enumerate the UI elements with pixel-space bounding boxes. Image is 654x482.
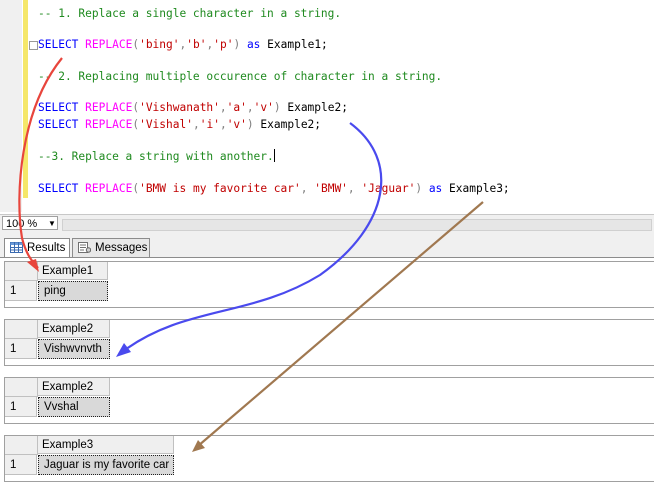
row-number[interactable]: 1 [5,455,37,475]
result-cell[interactable]: Vishwvnvth [38,339,110,359]
result-grid-1[interactable]: Example1 1 ping [4,261,654,308]
messages-icon [78,242,91,253]
grid-icon [10,242,23,253]
code-line-select-1: SELECT REPLACE('bing','b','p') as Exampl… [38,38,328,51]
query-editor[interactable]: -- 1. Replace a single character in a st… [0,0,654,212]
result-grid-3[interactable]: Example2 1 Vvshal [4,377,654,424]
results-pane: Example1 1 ping Example2 1 Vishwvnvth Ex… [0,257,654,482]
change-indicator-bar [23,0,28,198]
tab-messages[interactable]: Messages [72,238,150,257]
code-line-3: --3. Replace a string with another. [38,149,275,163]
tab-messages-label: Messages [95,242,148,254]
code-line-select-3: SELECT REPLACE('Vishal','i','v') Example… [38,118,322,131]
result-grid-2[interactable]: Example2 1 Vishwvnvth [4,319,654,366]
grid-corner[interactable] [5,320,38,339]
result-cell[interactable]: ping [38,281,108,301]
tab-results[interactable]: Results [4,238,70,257]
editor-status-bar: 100 % ▼ [0,214,654,233]
zoom-select[interactable]: 100 % ▼ [2,216,58,230]
column-header[interactable]: Example2 [38,320,110,338]
column-header[interactable]: Example1 [38,262,108,280]
code-line-1: -- 1. Replace a single character in a st… [38,7,342,20]
grid-corner[interactable] [5,378,38,397]
column-header[interactable]: Example2 [38,378,110,396]
result-cell[interactable]: Vvshal [38,397,110,417]
result-cell[interactable]: Jaguar is my favorite car [38,455,174,475]
editor-gutter [0,0,22,212]
code-line-select-4: SELECT REPLACE('BMW is my favorite car',… [38,182,510,195]
column-header[interactable]: Example3 [38,436,174,454]
text-caret [273,149,275,162]
zoom-value: 100 % [6,218,38,230]
horizontal-scrollbar[interactable] [62,219,652,231]
row-number[interactable]: 1 [5,281,37,301]
code-line-2: -- 2. Replacing multiple occurence of ch… [38,70,443,83]
code-line-select-2: SELECT REPLACE('Vishwanath','a','v') Exa… [38,101,348,114]
results-tab-strip: Results Messages [0,233,654,257]
tab-results-label: Results [27,242,66,254]
row-number[interactable]: 1 [5,397,37,417]
grid-corner[interactable] [5,262,38,281]
row-number[interactable]: 1 [5,339,37,359]
grid-corner[interactable] [5,436,38,455]
collapse-toggle[interactable] [29,41,38,50]
result-grid-4[interactable]: Example3 1 Jaguar is my favorite car [4,435,654,482]
chevron-down-icon[interactable]: ▼ [47,217,57,230]
